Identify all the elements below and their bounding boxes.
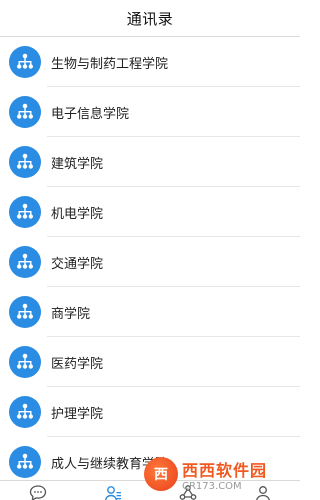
chat-bubble-icon — [29, 485, 46, 500]
org-chart-icon — [9, 146, 41, 178]
list-item-label: 电子信息学院 — [51, 106, 130, 122]
contacts-screen: 通讯录 生物与制药工程学院 电子信息学院 建筑学院 机电学院 交通学院 商学院 … — [0, 0, 300, 500]
org-chart-icon — [9, 396, 41, 428]
list-item[interactable]: 护理学院 — [0, 387, 300, 437]
tab-contacts[interactable] — [75, 481, 150, 500]
list-item-label: 医药学院 — [51, 356, 104, 372]
org-chart-icon — [9, 196, 41, 228]
org-chart-icon — [9, 296, 41, 328]
top-bar: 通讯录 — [0, 0, 300, 37]
tab-messages[interactable] — [0, 481, 75, 500]
list-item[interactable]: 建筑学院 — [0, 137, 300, 187]
org-chart-icon — [9, 346, 41, 378]
list-item[interactable]: 商学院 — [0, 287, 300, 337]
department-list: 生物与制药工程学院 电子信息学院 建筑学院 机电学院 交通学院 商学院 医药学院… — [0, 37, 300, 480]
list-item[interactable]: 生物与制药工程学院 — [0, 37, 300, 87]
watermark-text: 西西软件园 — [182, 460, 268, 480]
list-item-label: 生物与制药工程学院 — [51, 56, 169, 72]
list-item-label: 建筑学院 — [51, 156, 104, 172]
watermark-url: CR173.COM — [182, 480, 242, 492]
watermark-logo-icon: 西 — [144, 457, 178, 491]
list-item[interactable]: 电子信息学院 — [0, 87, 300, 137]
list-item-label: 商学院 — [51, 306, 91, 322]
org-chart-icon — [9, 246, 41, 278]
org-chart-icon — [9, 446, 41, 478]
list-item[interactable]: 机电学院 — [0, 187, 300, 237]
watermark: 西 西西软件园 CR173.COM — [144, 454, 294, 494]
list-item[interactable]: 医药学院 — [0, 337, 300, 387]
list-item-label: 交通学院 — [51, 256, 104, 272]
page-title: 通讯录 — [126, 9, 174, 28]
list-item-label: 机电学院 — [51, 206, 104, 222]
list-item-label: 护理学院 — [51, 406, 104, 422]
org-chart-icon — [9, 46, 41, 78]
org-chart-icon — [9, 96, 41, 128]
list-item[interactable]: 交通学院 — [0, 237, 300, 287]
contacts-icon — [104, 486, 121, 500]
